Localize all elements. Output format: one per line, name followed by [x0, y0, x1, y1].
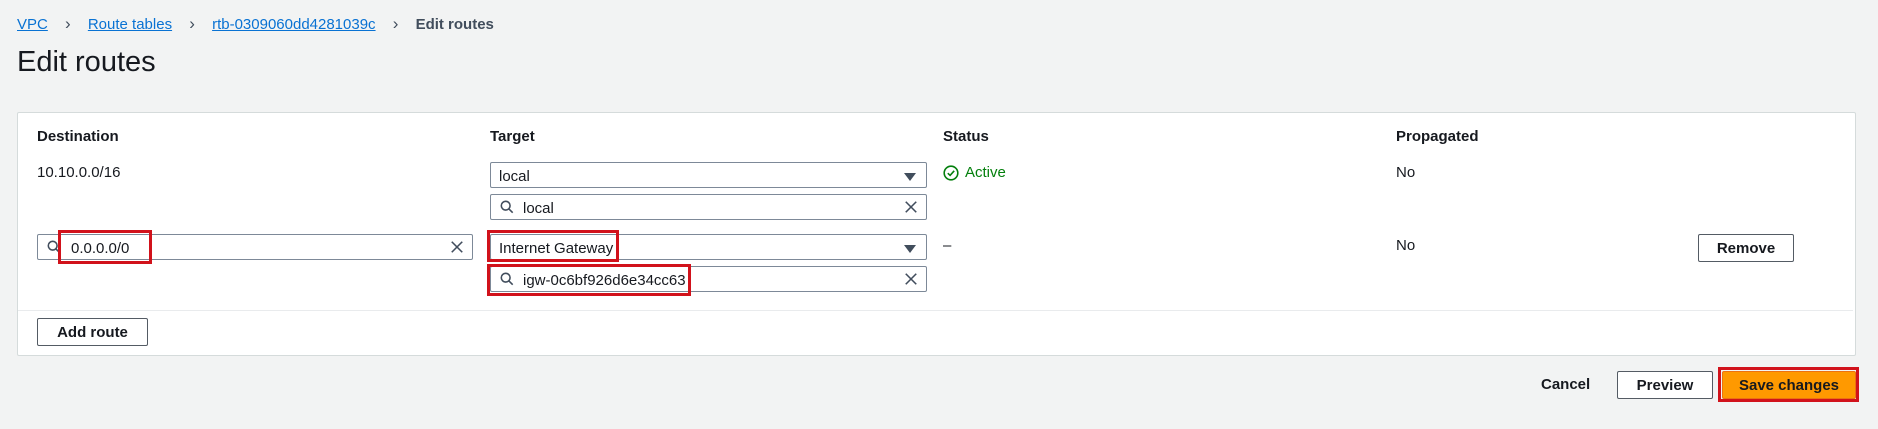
- status-badge: Active: [943, 164, 1006, 181]
- add-route-button[interactable]: Add route: [37, 318, 148, 346]
- search-icon: [500, 272, 514, 286]
- target-search-input[interactable]: local: [490, 194, 927, 220]
- route-destination-text: 10.10.0.0/16: [37, 164, 121, 181]
- search-icon: [500, 200, 514, 214]
- propagated-text: No: [1396, 237, 1416, 254]
- target-type-select[interactable]: local: [490, 162, 927, 188]
- target-search-value: local: [523, 200, 554, 217]
- status-text: Active: [965, 164, 1006, 181]
- target-type-value: local: [499, 168, 530, 185]
- caret-down-icon: [904, 245, 916, 253]
- breadcrumb: VPC › Route tables › rtb-0309060dd428103…: [17, 14, 494, 34]
- status-text: –: [943, 237, 952, 254]
- page-title: Edit routes: [17, 46, 156, 78]
- preview-button[interactable]: Preview: [1617, 371, 1713, 399]
- close-icon[interactable]: [450, 240, 464, 254]
- remove-route-button[interactable]: Remove: [1698, 234, 1794, 262]
- save-changes-button[interactable]: Save changes: [1722, 371, 1856, 399]
- chevron-right-icon: ›: [392, 14, 399, 33]
- column-header-target: Target: [490, 128, 535, 145]
- breadcrumb-route-table-id-link[interactable]: rtb-0309060dd4281039c: [212, 16, 375, 33]
- column-header-propagated: Propagated: [1396, 128, 1479, 145]
- cancel-button[interactable]: Cancel: [1541, 376, 1590, 393]
- chevron-right-icon: ›: [189, 14, 195, 33]
- breadcrumb-route-tables-link[interactable]: Route tables: [88, 16, 172, 33]
- search-icon: [47, 240, 61, 254]
- target-search-value: igw-0c6bf926d6e34cc63: [523, 272, 686, 289]
- target-type-select[interactable]: Internet Gateway: [490, 234, 927, 260]
- destination-input-value: 0.0.0.0/0: [71, 240, 130, 257]
- close-icon[interactable]: [904, 200, 918, 214]
- column-header-status: Status: [943, 128, 989, 145]
- divider: [18, 310, 1853, 311]
- caret-down-icon: [904, 173, 916, 181]
- target-search-input[interactable]: igw-0c6bf926d6e34cc63: [490, 266, 927, 292]
- column-header-destination: Destination: [37, 128, 119, 145]
- propagated-text: No: [1396, 164, 1416, 181]
- chevron-right-icon: ›: [65, 14, 71, 33]
- breadcrumb-current: Edit routes: [415, 15, 494, 33]
- close-icon[interactable]: [904, 272, 918, 286]
- check-circle-icon: [943, 164, 959, 181]
- breadcrumb-vpc-link[interactable]: VPC: [17, 16, 48, 33]
- destination-input[interactable]: 0.0.0.0/0: [37, 234, 473, 260]
- target-type-value: Internet Gateway: [499, 240, 614, 257]
